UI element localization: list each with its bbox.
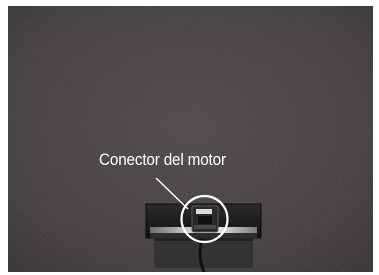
motor-connector-label: Conector del motor [99,150,226,169]
tv-back-photo [8,6,373,272]
motor-connector-plug [191,205,219,233]
tv-back-photo-drawing [8,6,373,272]
